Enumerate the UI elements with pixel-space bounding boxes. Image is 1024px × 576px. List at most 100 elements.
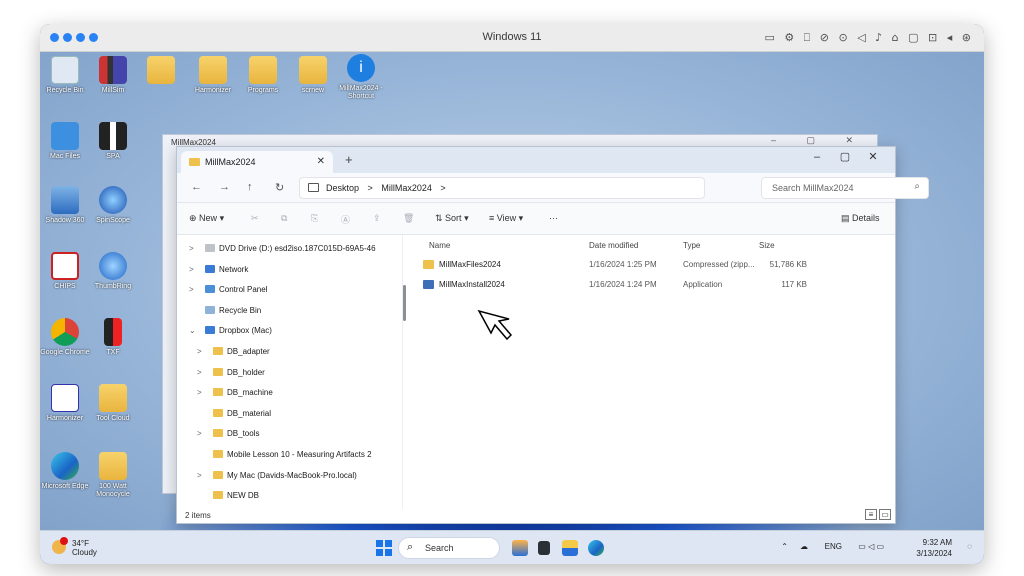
share-icon[interactable]: ⇪ xyxy=(373,213,381,224)
desktop-icon-shadow[interactable]: Shadow 360 xyxy=(40,186,90,225)
desktop-icon-millmax-shortcut[interactable]: i MillMax2024 - Shortcut xyxy=(336,54,386,101)
nav-item[interactable]: > Network xyxy=(177,260,402,280)
vm-toolbar-icons[interactable]: ▭ ⚙ ⎕ ⊘ ⊙ ◁ ♪ ⌂ ▢ ⊡ ◂ ⊛ xyxy=(764,31,974,45)
new-tab-button[interactable]: + xyxy=(345,152,353,167)
desktop-icon-txf[interactable]: TXF xyxy=(88,318,138,357)
breadcrumb-millmax2024[interactable]: MillMax2024 xyxy=(381,183,432,193)
chevron-icon[interactable]: > xyxy=(197,471,202,480)
network-volume-icon[interactable]: ▭ ◁ ▭ xyxy=(858,542,884,551)
desktop-icon-harmonizer[interactable]: Harmonizer xyxy=(40,384,90,423)
nav-item[interactable]: > DVD Drive (D:) esd2iso.187C015D-69A5-46 xyxy=(177,239,402,259)
desktop-icon-scrnew[interactable]: scrnew xyxy=(288,56,338,95)
task-view-icon[interactable] xyxy=(538,541,550,555)
nav-item[interactable]: > DB_adapter xyxy=(177,342,402,362)
column-header-name[interactable]: Name xyxy=(429,241,450,250)
details-view-icon[interactable]: ≡ xyxy=(865,509,877,520)
cut-icon[interactable]: ✂ xyxy=(251,213,259,224)
desktop-icon-millsim[interactable]: MillSim xyxy=(88,56,138,95)
close-tab-icon[interactable]: ✕ xyxy=(317,156,325,167)
search-input[interactable]: Search MillMax2024 ⌕ xyxy=(761,177,929,199)
back-arrow-icon[interactable]: ← xyxy=(191,181,202,193)
details-button[interactable]: ▤ Details xyxy=(841,213,880,224)
close-button[interactable]: ✕ xyxy=(859,150,887,163)
file-row[interactable]: MillMaxFiles2024 1/16/2024 1:25 PM Compr… xyxy=(409,255,895,275)
chevron-icon[interactable]: > xyxy=(197,368,202,377)
cloud-icon[interactable]: ☁ xyxy=(800,542,808,551)
desktop-icon-chips[interactable]: CHIPS xyxy=(40,252,90,291)
desktop-icon-edge[interactable]: Microsoft Edge xyxy=(40,452,90,491)
taskbar-search[interactable]: ⌕ Search xyxy=(398,537,500,559)
start-button[interactable] xyxy=(376,540,392,556)
desktop-icon-monocycle[interactable]: 100 Watt Monocycle xyxy=(88,452,138,499)
millsim-icon xyxy=(99,56,127,84)
maximize-button[interactable]: ▢ xyxy=(831,150,859,163)
nav-item-label: Recycle Bin xyxy=(219,305,262,315)
rename-icon[interactable]: Ⓐ xyxy=(341,213,350,226)
tiles-view-icon[interactable]: ▭ xyxy=(879,509,891,520)
chevron-icon[interactable]: > xyxy=(189,265,194,274)
info-icon: i xyxy=(347,54,375,82)
view-button[interactable]: ≡ View ▾ xyxy=(489,213,523,224)
more-options-button[interactable]: ··· xyxy=(549,213,558,223)
chevron-icon[interactable]: ⌄ xyxy=(189,326,196,335)
nav-item[interactable]: > Control Panel xyxy=(177,280,402,300)
desktop-icon-recycle-bin[interactable]: Recycle Bin xyxy=(40,56,90,95)
nav-item[interactable]: DB_material xyxy=(177,404,402,424)
desktop-icon-thumbring[interactable]: ThumbRing xyxy=(88,252,138,291)
widgets-icon[interactable] xyxy=(512,540,528,556)
desktop-icon-spa[interactable]: SPA xyxy=(88,122,138,161)
chevron-icon[interactable]: > xyxy=(197,429,202,438)
delete-icon[interactable]: 🗑 xyxy=(403,213,414,224)
breadcrumb-separator[interactable]: > xyxy=(440,183,445,193)
breadcrumb[interactable]: Desktop > MillMax2024 > xyxy=(299,177,705,199)
nav-item[interactable]: > DB_tools xyxy=(177,424,402,444)
tab-millmax2024[interactable]: MillMax2024 ✕ xyxy=(181,151,333,173)
desktop-icon-programs[interactable]: Programs xyxy=(238,56,288,95)
notification-icon[interactable]: ◌ xyxy=(967,542,972,551)
nav-item[interactable]: Mobile Lesson 10 - Measuring Artifacts 2 xyxy=(177,445,402,465)
file-row[interactable]: MillMaxInstall2024 1/16/2024 1:24 PM App… xyxy=(409,275,895,295)
desktop-icon-chrome[interactable]: Google Chrome xyxy=(40,318,90,357)
weather-widget[interactable]: 34°F Cloudy xyxy=(52,537,97,557)
clock[interactable]: 9:32 AM 3/13/2024 xyxy=(916,537,952,559)
nav-scrollbar[interactable] xyxy=(403,285,406,321)
new-button[interactable]: ⊕ New ▾ xyxy=(189,213,224,224)
desktop-icon-tool-cloud[interactable]: Tool Cloud xyxy=(88,384,138,423)
refresh-icon[interactable]: ↻ xyxy=(275,181,284,194)
item-count: 2 items xyxy=(185,511,211,520)
desktop-icon-folder-a[interactable] xyxy=(136,56,186,87)
forward-arrow-icon[interactable]: → xyxy=(219,181,230,193)
column-header-size[interactable]: Size xyxy=(759,241,775,250)
up-arrow-icon[interactable]: ↑ xyxy=(247,181,253,193)
tab-title: MillMax2024 xyxy=(205,157,256,167)
desktop-icon-mac-files[interactable]: Mac Files xyxy=(40,122,90,161)
breadcrumb-desktop[interactable]: Desktop xyxy=(326,183,359,193)
nav-item[interactable]: ⌄ Dropbox (Mac) xyxy=(177,321,402,341)
copy-icon[interactable]: ⧉ xyxy=(281,213,287,224)
nav-item[interactable]: > DB_holder xyxy=(177,363,402,383)
chevron-icon[interactable]: > xyxy=(189,244,194,253)
folder-icon xyxy=(99,452,127,480)
column-header-type[interactable]: Type xyxy=(683,241,700,250)
minimize-button[interactable]: – xyxy=(803,151,831,163)
chevron-icon[interactable]: > xyxy=(197,388,202,397)
windows-desktop: Recycle Bin MillSim Harmonizer Programs … xyxy=(40,52,984,530)
desktop-icon-harmonizer-folder[interactable]: Harmonizer xyxy=(188,56,238,95)
paste-icon[interactable]: ⎘ xyxy=(311,213,318,224)
nav-item[interactable]: NEW DB xyxy=(177,486,402,506)
sort-button[interactable]: ⇅ Sort ▾ xyxy=(435,213,469,224)
file-explorer-icon[interactable] xyxy=(562,540,578,556)
nav-item[interactable]: > DB_machine xyxy=(177,383,402,403)
desktop-icon-spinscope[interactable]: SpinScope xyxy=(88,186,138,225)
edge-icon[interactable] xyxy=(588,540,604,556)
nav-item[interactable]: Recycle Bin xyxy=(177,301,402,321)
monitor-icon xyxy=(308,183,319,192)
column-header-date[interactable]: Date modified xyxy=(589,241,638,250)
breadcrumb-separator[interactable]: > xyxy=(368,183,373,193)
nav-item[interactable]: > My Mac (Davids-MacBook-Pro.local) xyxy=(177,466,402,486)
chevron-up-icon[interactable]: ⌃ xyxy=(781,542,788,551)
language-indicator[interactable]: ENG xyxy=(825,542,842,551)
chevron-icon[interactable]: > xyxy=(197,347,202,356)
chevron-icon[interactable]: > xyxy=(189,285,194,294)
background-window-controls[interactable]: – ▢ ✕ xyxy=(771,135,867,146)
